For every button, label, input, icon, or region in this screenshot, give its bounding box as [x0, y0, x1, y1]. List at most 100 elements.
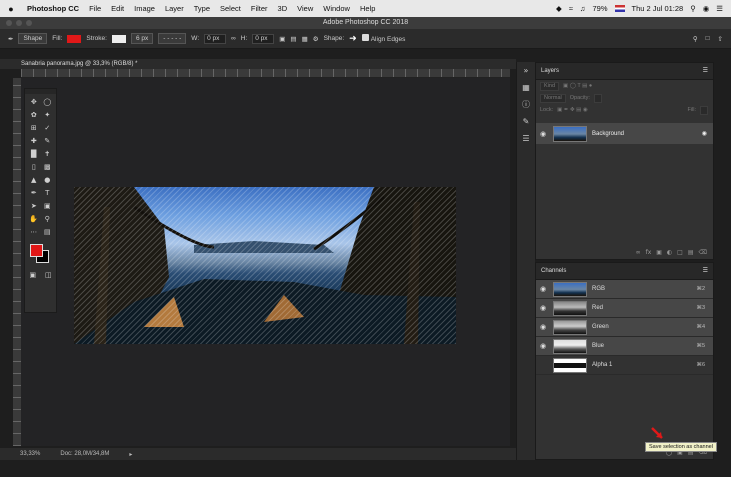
- mode-select[interactable]: Shape: [18, 33, 48, 44]
- visibility-eye-icon[interactable]: ◉: [540, 323, 548, 331]
- channel-row-green[interactable]: ◉ Green ⌘4: [536, 318, 713, 337]
- brush-icon[interactable]: ✎: [41, 136, 55, 146]
- stroke-width-field[interactable]: 6 px: [130, 33, 154, 44]
- layer-style-icon[interactable]: fx: [646, 249, 652, 256]
- search-icon[interactable]: ⚲: [693, 35, 698, 43]
- foreground-color-swatch[interactable]: [30, 244, 43, 257]
- marquee-icon[interactable]: ◯: [41, 97, 55, 107]
- battery-percent[interactable]: 79%: [593, 4, 608, 13]
- channel-row-rgb[interactable]: ◉ RGB ⌘2: [536, 280, 713, 299]
- properties-icon[interactable]: ☰: [517, 130, 535, 147]
- share-icon[interactable]: ⇧: [718, 35, 723, 43]
- settings-gear-icon[interactable]: ⚙: [313, 35, 319, 43]
- menu-edit[interactable]: Edit: [106, 4, 129, 13]
- stamp-icon[interactable]: █: [27, 149, 41, 159]
- menu-view[interactable]: View: [292, 4, 318, 13]
- filter-icons[interactable]: ▣ ◯ T ▤ ●: [563, 83, 592, 89]
- lock-icons[interactable]: ▣ ✒ ✥ ▤ ◉: [557, 107, 588, 113]
- pen-icon[interactable]: ✒: [27, 188, 41, 198]
- blur-icon[interactable]: ▲: [27, 175, 41, 185]
- visibility-eye-icon[interactable]: ◉: [540, 304, 548, 312]
- add-mask-icon[interactable]: ▣: [656, 249, 662, 256]
- channel-row-red[interactable]: ◉ Red ⌘3: [536, 299, 713, 318]
- channel-row-alpha[interactable]: ◉ Alpha 1 ⌘6: [536, 356, 713, 375]
- volume-icon[interactable]: ♫: [580, 4, 586, 13]
- path-operations-icon[interactable]: ▣: [279, 35, 285, 43]
- fill-swatch[interactable]: [67, 34, 82, 43]
- screen-mode-icon[interactable]: ◫: [45, 270, 52, 280]
- stroke-swatch[interactable]: [111, 34, 126, 43]
- arrow-shape-icon[interactable]: ➜: [349, 33, 357, 44]
- workspace-icon[interactable]: □: [706, 35, 710, 43]
- new-group-icon[interactable]: □: [677, 249, 683, 256]
- opacity-field[interactable]: [593, 93, 602, 103]
- link-icon[interactable]: ∞: [231, 35, 236, 42]
- minimize-window-button[interactable]: [16, 20, 22, 26]
- document-image[interactable]: [74, 187, 456, 344]
- menu-filter[interactable]: Filter: [246, 4, 273, 13]
- menu-image[interactable]: Image: [129, 4, 160, 13]
- wifi-icon[interactable]: ≈: [569, 4, 573, 13]
- height-field[interactable]: 0 px: [252, 33, 275, 44]
- hand-icon[interactable]: ✋: [27, 214, 41, 224]
- menu-window[interactable]: Window: [318, 4, 355, 13]
- panel-menu-icon[interactable]: ☰: [703, 63, 713, 79]
- document-tab[interactable]: Sanabria panorama.jpg @ 33,3% (RGB/8) *: [0, 59, 516, 69]
- width-field[interactable]: 0 px: [204, 33, 227, 44]
- zoom-level[interactable]: 33,33%: [20, 451, 40, 457]
- path-arrangement-icon[interactable]: ▦: [302, 35, 308, 43]
- siri-icon[interactable]: ◉: [703, 4, 710, 13]
- menu-select[interactable]: Select: [215, 4, 246, 13]
- blend-mode-select[interactable]: Normal: [540, 93, 566, 103]
- eraser-icon[interactable]: ▯: [27, 162, 41, 172]
- layer-filter-select[interactable]: Kind: [540, 81, 560, 91]
- search-icon[interactable]: ⚲: [690, 4, 696, 13]
- shape-icon[interactable]: ▣: [41, 201, 55, 211]
- menu-help[interactable]: Help: [355, 4, 380, 13]
- eyedropper-icon[interactable]: ✓: [41, 123, 55, 133]
- channels-panel-title[interactable]: Channels: [541, 263, 566, 279]
- clock[interactable]: Thu 2 Jul 01:28: [632, 4, 684, 13]
- path-select-icon[interactable]: ➤: [27, 201, 41, 211]
- lasso-icon[interactable]: ✿: [27, 110, 41, 120]
- align-edges-checkbox[interactable]: Align Edges: [361, 34, 405, 43]
- dodge-icon[interactable]: ●: [41, 175, 55, 185]
- menu-layer[interactable]: Layer: [160, 4, 189, 13]
- dropbox-icon[interactable]: ◆: [556, 4, 562, 13]
- menu-type[interactable]: Type: [189, 4, 215, 13]
- menu-file[interactable]: File: [84, 4, 106, 13]
- new-layer-icon[interactable]: ▤: [688, 249, 694, 256]
- history-brush-icon[interactable]: ✝: [41, 149, 55, 159]
- type-icon[interactable]: T: [41, 188, 55, 198]
- brush-settings-icon[interactable]: ✎: [517, 113, 535, 130]
- move-icon[interactable]: ✥: [27, 97, 41, 107]
- pen-tool-preset-icon[interactable]: ✒: [8, 35, 13, 43]
- visibility-eye-icon[interactable]: ◉: [540, 285, 548, 293]
- magic-wand-icon[interactable]: ✦: [41, 110, 55, 120]
- history-icon[interactable]: ▦: [517, 79, 535, 96]
- extra-tools-icon[interactable]: ⋯: [27, 227, 41, 237]
- vertical-ruler[interactable]: [13, 78, 21, 446]
- zoom-window-button[interactable]: [26, 20, 32, 26]
- edit-toolbar-icon[interactable]: ▤: [41, 227, 55, 237]
- status-arrow-icon[interactable]: ▸: [129, 451, 132, 458]
- close-window-button[interactable]: [6, 20, 12, 26]
- delete-layer-icon[interactable]: ⌫: [699, 249, 707, 256]
- layer-row[interactable]: ◉ Background ◉: [536, 123, 713, 144]
- adjustment-layer-icon[interactable]: ◐: [667, 249, 672, 256]
- healing-icon[interactable]: ✚: [27, 136, 41, 146]
- fill-field[interactable]: [700, 105, 708, 115]
- lock-icon[interactable]: ◉: [702, 130, 713, 137]
- layers-panel-title[interactable]: Layers: [541, 63, 559, 79]
- layer-name[interactable]: Background: [592, 131, 624, 137]
- apple-icon[interactable]: ●: [0, 4, 22, 14]
- quick-mask-icon[interactable]: ▣: [29, 270, 36, 280]
- input-source-flag-icon[interactable]: [614, 5, 625, 12]
- zoom-icon[interactable]: ⚲: [41, 214, 55, 224]
- horizontal-ruler[interactable]: [21, 69, 510, 78]
- visibility-eye-icon[interactable]: ◉: [540, 361, 548, 369]
- menu-3d[interactable]: 3D: [273, 4, 293, 13]
- visibility-eye-icon[interactable]: ◉: [540, 130, 548, 138]
- panel-menu-icon[interactable]: ☰: [703, 263, 713, 279]
- gradient-icon[interactable]: ▩: [41, 162, 55, 172]
